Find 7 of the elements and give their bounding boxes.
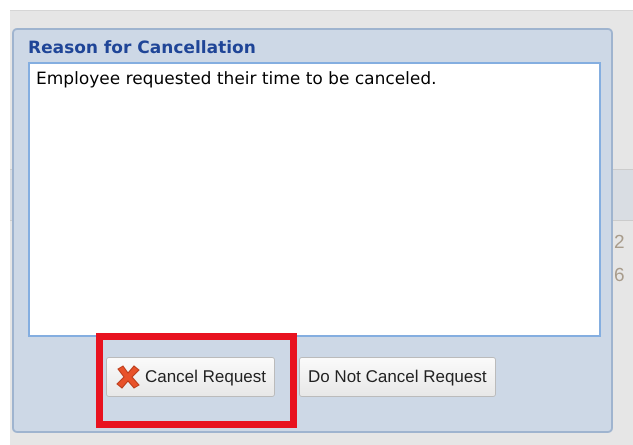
dialog-title: Reason for Cancellation xyxy=(28,38,257,58)
cancel-request-button[interactable]: Cancel Request xyxy=(106,357,275,396)
keep-request-button[interactable]: Do Not Cancel Request xyxy=(298,357,496,396)
table-cell-text: 6 xyxy=(614,264,625,288)
x-icon xyxy=(115,364,141,389)
table-cell-text: 2 xyxy=(614,231,625,255)
reason-field[interactable]: Employee requested their time to be canceled. xyxy=(28,62,601,337)
